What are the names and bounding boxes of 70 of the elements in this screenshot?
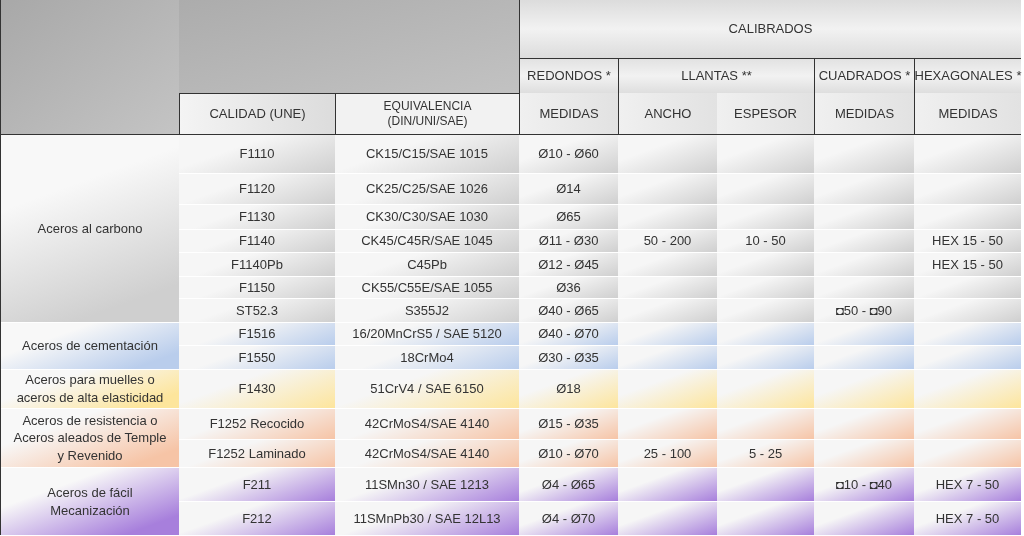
column-header: MEDIDAS bbox=[914, 93, 1021, 135]
table-cell: F212 bbox=[179, 502, 335, 536]
table-title: CALIBRADOS bbox=[519, 0, 1021, 58]
table-cell: 51CrV4 / SAE 6150 bbox=[335, 370, 519, 409]
table-cell: HEX 7 - 50 bbox=[914, 468, 1021, 502]
table-cell: CK15/C15/SAE 1015 bbox=[335, 135, 519, 174]
table-cell: Ø11 - Ø30 bbox=[519, 230, 618, 253]
table-cell: Ø4 - Ø65 bbox=[519, 468, 618, 502]
table-cell: 42CrMoS4/SAE 4140 bbox=[335, 409, 519, 440]
table-cell: F1110 bbox=[179, 135, 335, 174]
table-cell: 18CrMo4 bbox=[335, 346, 519, 370]
table-cell: ST52.3 bbox=[179, 299, 335, 323]
table-cell: F1252 Recocido bbox=[179, 409, 335, 440]
column-header: ESPESOR bbox=[717, 93, 814, 135]
table-cell: F1140 bbox=[179, 230, 335, 253]
table-cell: Ø36 bbox=[519, 277, 618, 299]
table-cell: F211 bbox=[179, 468, 335, 502]
table-cell: 11SMn30 / SAE 1213 bbox=[335, 468, 519, 502]
table-cell: CK30/C30/SAE 1030 bbox=[335, 205, 519, 230]
group-label: Aceros de fácil Mecanización bbox=[1, 468, 179, 536]
table-cell: 16/20MnCrS5 / SAE 5120 bbox=[335, 323, 519, 346]
column-header-line: EQUIVALENCIA bbox=[383, 99, 472, 114]
table-cell: CK25/C25/SAE 1026 bbox=[335, 174, 519, 205]
table-cell: 5 - 25 bbox=[717, 440, 814, 468]
table-cell: CK55/C55E/SAE 1055 bbox=[335, 277, 519, 299]
table-cell: Ø30 - Ø35 bbox=[519, 346, 618, 370]
table-cell: Ø10 - Ø70 bbox=[519, 440, 618, 468]
group-label: Aceros para muelles o aceros de alta elasticidad bbox=[1, 370, 179, 409]
table-cell: Ø18 bbox=[519, 370, 618, 409]
table-cell: Ø10 - Ø60 bbox=[519, 135, 618, 174]
group-label: Aceros al carbono bbox=[1, 135, 179, 323]
table-cell: 11SMnPb30 / SAE 12L13 bbox=[335, 502, 519, 536]
table-cell: HEX 7 - 50 bbox=[914, 502, 1021, 536]
column-header: CALIDAD (UNE) bbox=[179, 93, 335, 135]
table-cell: F1130 bbox=[179, 205, 335, 230]
column-header: MEDIDAS bbox=[814, 93, 914, 135]
table-cell: 25 - 100 bbox=[618, 440, 717, 468]
column-group-header: REDONDOS * bbox=[519, 58, 618, 93]
table-cell: Ø15 - Ø35 bbox=[519, 409, 618, 440]
table-cell: ◘10 - ◘40 bbox=[814, 468, 914, 502]
table-cell: Ø12 - Ø45 bbox=[519, 253, 618, 277]
column-header: ANCHO bbox=[618, 93, 717, 135]
table-cell: F1516 bbox=[179, 323, 335, 346]
group-label: Aceros de resistencia o Aceros aleados de Temple y Revenido bbox=[1, 409, 179, 468]
column-header-line: (DIN/UNI/SAE) bbox=[387, 114, 468, 129]
column-group-header: HEXAGONALES * bbox=[914, 58, 1021, 93]
table-cell: F1252 Laminado bbox=[179, 440, 335, 468]
table-cell: 10 - 50 bbox=[717, 230, 814, 253]
table-cell: F1140Pb bbox=[179, 253, 335, 277]
table-cell: Ø14 bbox=[519, 174, 618, 205]
table-cell: F1150 bbox=[179, 277, 335, 299]
table-cell: 42CrMoS4/SAE 4140 bbox=[335, 440, 519, 468]
column-group-header: LLANTAS ** bbox=[618, 58, 814, 93]
table-cell: F1430 bbox=[179, 370, 335, 409]
table-cell: HEX 15 - 50 bbox=[914, 253, 1021, 277]
table-cell: Ø65 bbox=[519, 205, 618, 230]
table-cell: Ø4 - Ø70 bbox=[519, 502, 618, 536]
table-cell: S355J2 bbox=[335, 299, 519, 323]
column-header: MEDIDAS bbox=[519, 93, 618, 135]
table-cell: Ø40 - Ø65 bbox=[519, 299, 618, 323]
table-cell: 50 - 200 bbox=[618, 230, 717, 253]
table-cell: Ø40 - Ø70 bbox=[519, 323, 618, 346]
table-cell: C45Pb bbox=[335, 253, 519, 277]
table-cell: HEX 15 - 50 bbox=[914, 230, 1021, 253]
table-cell: CK45/C45R/SAE 1045 bbox=[335, 230, 519, 253]
group-label: Aceros de cementación bbox=[1, 323, 179, 370]
table-cell: F1550 bbox=[179, 346, 335, 370]
table-cell: F1120 bbox=[179, 174, 335, 205]
column-group-header: CUADRADOS * bbox=[814, 58, 914, 93]
table-cell: ◘50 - ◘90 bbox=[814, 299, 914, 323]
